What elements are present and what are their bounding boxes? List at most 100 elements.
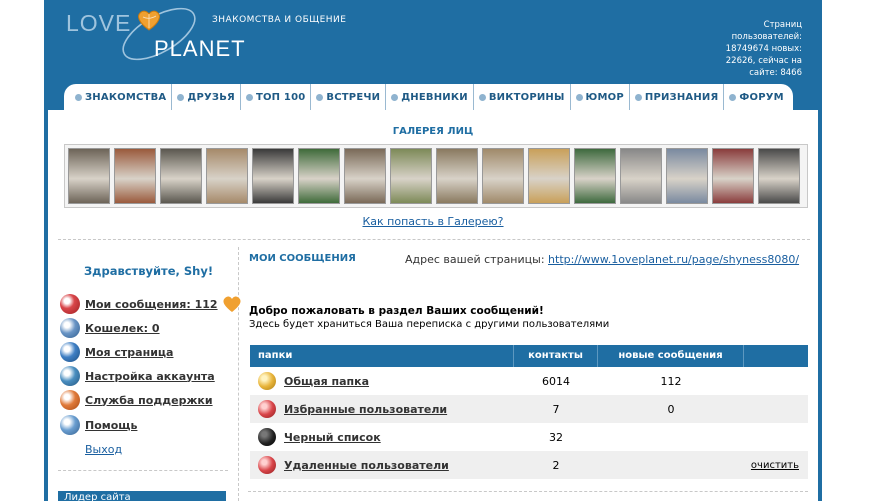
nav-bullet-icon <box>75 93 82 101</box>
column-header-new-messages: новые сообщения <box>598 345 744 367</box>
favorites-icon <box>258 400 276 418</box>
page-address: Адрес вашей страницы: http://www.1ovepla… <box>405 253 799 266</box>
nav-item-znakomstva[interactable]: ЗНАКОМСТВА <box>70 84 173 110</box>
page-address-label: Адрес вашей страницы: <box>405 253 545 266</box>
nav-bullet-icon <box>729 93 737 101</box>
sidebar-item-label: Помощь <box>85 418 138 432</box>
folder-link[interactable]: Черный список <box>284 431 381 444</box>
sidebar-item-label: Моя страница <box>85 345 174 359</box>
heart-notification-icon <box>223 296 241 312</box>
nav-item-label: ВСТРЕЧИ <box>326 91 381 103</box>
heart-globe-icon <box>138 10 160 31</box>
greeting: Здравствуйте, Shy! <box>84 264 214 278</box>
sidebar-item-help[interactable]: Помощь <box>60 415 137 435</box>
divider <box>58 470 228 471</box>
gallery-help-link[interactable]: Как попасть в Галерею? <box>48 215 818 228</box>
messages-icon <box>60 294 80 314</box>
nav-item-vstrechi[interactable]: ВСТРЕЧИ <box>311 84 387 110</box>
gallery-photo[interactable] <box>712 148 754 204</box>
contacts-count: 2 <box>552 458 560 472</box>
nav-bullet-icon <box>316 93 324 101</box>
site-tagline: ЗНАКОМСТВА И ОБЩЕНИЕ <box>212 15 347 25</box>
blacklist-icon <box>258 428 276 446</box>
table-row: Избранные пользователи 7 0 <box>250 395 808 423</box>
sidebar-item-label: Мои сообщения: 112 <box>85 297 218 311</box>
sidebar-item-settings[interactable]: Настройка аккаунта <box>60 366 215 386</box>
nav-item-top100[interactable]: ТОП 100 <box>241 84 312 110</box>
nav-item-label: ДНЕВНИКИ <box>401 91 468 103</box>
support-icon <box>60 390 80 410</box>
page-title: МОИ СООБЩЕНИЯ <box>249 253 356 264</box>
face-gallery <box>64 144 808 208</box>
logo-planet-text: PLANET <box>154 36 246 61</box>
contacts-count: 32 <box>549 430 563 444</box>
sidebar-item-label: Кошелек: 0 <box>85 321 160 335</box>
nav-item-label: ДРУЗЬЯ <box>187 91 235 103</box>
divider <box>238 247 239 501</box>
contacts-count: 6014 <box>542 374 570 388</box>
table-row: Черный список 32 <box>250 423 808 451</box>
gallery-photo[interactable] <box>390 148 432 204</box>
sidebar-item-wallet[interactable]: Кошелек: 0 <box>60 318 160 338</box>
gallery-photo[interactable] <box>574 148 616 204</box>
gallery-photo[interactable] <box>206 148 248 204</box>
nav-item-label: ЮМОР <box>585 91 624 103</box>
gallery-photo[interactable] <box>758 148 800 204</box>
nav-bullet-icon <box>391 93 399 101</box>
table-row: Общая папка 6014 112 <box>250 367 808 395</box>
gallery-title: ГАЛЕРЕЯ ЛИЦ <box>392 126 474 137</box>
new-messages-count: 112 <box>660 374 682 388</box>
page-address-link[interactable]: http://www.1oveplanet.ru/page/shyness808… <box>548 253 799 266</box>
nav-item-label: ЗНАКОМСТВА <box>85 91 167 103</box>
nav-bullet-icon <box>177 93 185 101</box>
column-header-contacts: контакты <box>514 345 598 367</box>
sidebar-item-label: Настройка аккаунта <box>85 369 215 383</box>
nav-item-priznaniya[interactable]: ПРИЗНАНИЯ <box>630 84 725 110</box>
sidebar-item-label: Служба поддержки <box>85 393 213 407</box>
folder-link[interactable]: Избранные пользователи <box>284 403 447 416</box>
gallery-photo[interactable] <box>160 148 202 204</box>
new-messages-count: 0 <box>667 402 675 416</box>
nav-bullet-icon <box>245 93 253 101</box>
site-logo[interactable]: LOVE PLANET <box>66 4 366 62</box>
leaders-header: Лидер сайта <box>58 491 226 501</box>
sidebar-item-my-page[interactable]: Моя страница <box>60 342 173 362</box>
nav-item-label: ПРИЗНАНИЯ <box>644 91 719 103</box>
gallery-photo[interactable] <box>68 148 110 204</box>
nav-item-viktoriny[interactable]: ВИКТОРИНЫ <box>474 84 571 110</box>
nav-item-yumor[interactable]: ЮМОР <box>571 84 630 110</box>
gallery-photo[interactable] <box>344 148 386 204</box>
column-header-folders: папки <box>250 345 514 367</box>
sidebar-item-messages[interactable]: Мои сообщения: 112 <box>60 294 242 314</box>
gallery-photo[interactable] <box>298 148 340 204</box>
sidebar-item-support[interactable]: Служба поддержки <box>60 390 213 410</box>
nav-item-dnevniki[interactable]: ДНЕВНИКИ <box>386 84 474 110</box>
gallery-photo[interactable] <box>666 148 708 204</box>
help-icon <box>60 415 80 435</box>
contacts-count: 7 <box>552 402 560 416</box>
folders-table: папки контакты новые сообщения Общая пап… <box>250 345 808 479</box>
nav-item-forum[interactable]: ФОРУМ <box>724 84 788 110</box>
logout-link[interactable]: Выход <box>85 443 122 456</box>
nav-bullet-icon <box>634 93 642 101</box>
nav-bullet-icon <box>575 93 583 101</box>
logo-love-text: LOVE <box>66 10 132 36</box>
nav-item-druzya[interactable]: ДРУЗЬЯ <box>172 84 241 110</box>
column-header-actions <box>744 345 808 367</box>
folder-link[interactable]: Общая папка <box>284 375 369 388</box>
welcome-subtext: Здесь будет храниться Ваша переписка с д… <box>249 319 610 330</box>
clear-link[interactable]: очистить <box>744 460 808 471</box>
page: LOVE PLANET ЗНАКОМСТВА И ОБЩЕНИЕ Страниц… <box>0 0 870 501</box>
wallet-icon <box>60 318 80 338</box>
gallery-photo[interactable] <box>436 148 478 204</box>
gallery-photo[interactable] <box>252 148 294 204</box>
gallery-photo[interactable] <box>114 148 156 204</box>
table-header: папки контакты новые сообщения <box>250 345 808 367</box>
gallery-photo[interactable] <box>528 148 570 204</box>
gallery-photo[interactable] <box>482 148 524 204</box>
divider <box>248 491 808 492</box>
folder-link[interactable]: Удаленные пользователи <box>284 459 449 472</box>
nav-item-label: ФОРУМ <box>739 91 784 103</box>
gallery-photo[interactable] <box>620 148 662 204</box>
settings-icon <box>60 366 80 386</box>
